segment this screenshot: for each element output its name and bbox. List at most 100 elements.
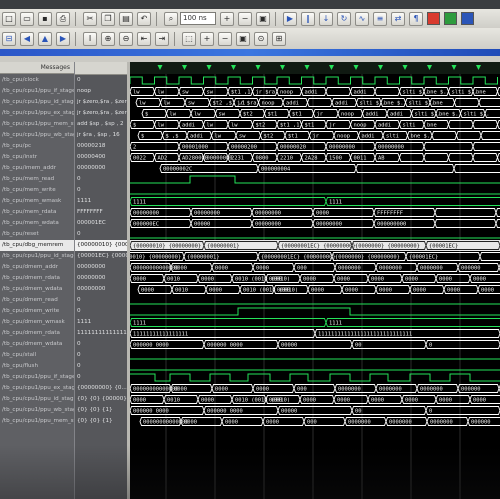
zoom-input[interactable]: 100 ns [180, 12, 216, 25]
wave-title-bar[interactable] [0, 49, 500, 56]
zoom-in-button[interactable]: + [200, 31, 214, 46]
signal-value: 00000400 [77, 154, 106, 160]
zoom-full-button[interactable]: ▣ [236, 31, 250, 46]
zoom-cursor-button[interactable]: ⊙ [254, 31, 268, 46]
bus-value: 0000 [345, 288, 358, 294]
signal-name[interactable]: /tb_cpu/mem_read [0, 174, 74, 185]
zoom-in-button[interactable]: + [220, 11, 234, 26]
signal-name[interactable]: /tb_cpu/dmem_addr [0, 262, 74, 273]
signal-name[interactable]: /tb_cpu/cpu1/ppu_mem_st... [0, 119, 74, 130]
waveform-canvas[interactable]: lw lw sw sw $t1 ,1 jr $ra noop addi addi slti $..… [130, 62, 500, 499]
signal-name[interactable]: /tb_cpu/mem_wdata [0, 218, 74, 229]
bus-value: 0000 [269, 277, 282, 283]
paste-button[interactable]: ▤ [119, 11, 133, 26]
bus-segment [325, 197, 500, 206]
signal-name[interactable]: /tb_cpu/cpu1/ppu_id_stage/... [0, 97, 74, 108]
back-button[interactable]: ◀ [20, 31, 34, 46]
bus-value: noop [341, 112, 354, 118]
waveform-pane[interactable]: lw lw sw sw $t1 ,1 jr $ra noop addi addi slti $..… [130, 62, 500, 499]
up-button[interactable]: ▲ [38, 31, 52, 46]
bus-value: addi [366, 112, 379, 118]
new-button[interactable]: □ [2, 11, 16, 26]
signal-name[interactable]: /tb_cpu/cpu1/ppu_id_stage... [0, 251, 74, 262]
bus-value: noop [262, 101, 275, 107]
cursor-button[interactable]: I [83, 31, 97, 46]
zoom-area-button[interactable]: ⬚ [182, 31, 196, 46]
color-swatch-1[interactable] [427, 12, 440, 25]
signal-name[interactable]: /tb_cpu/dmem_wdata [0, 339, 74, 350]
bus-value: 000 [297, 387, 307, 393]
edge-prev-button[interactable]: ⇤ [137, 31, 151, 46]
signal-value-pane[interactable]: 0 noop jr $zero,$ra , $zero jr $zero,$ra , … [75, 62, 127, 499]
signal-name[interactable]: /tb_cpu/dmem_write [0, 306, 74, 317]
bus-value: 000000 0000 [207, 343, 243, 349]
edge-next-button[interactable]: ⇥ [155, 31, 169, 46]
bus-value: 0800 [256, 156, 269, 162]
print-button[interactable]: ⎙ [56, 11, 70, 26]
signal-name[interactable]: /tb_cpu/dmem_rdata [0, 273, 74, 284]
signal-name[interactable]: /tb_cpu/cpu1/ppu_mem_st... [0, 416, 74, 427]
signal-name[interactable]: /tb_cpu/dmem_read [0, 295, 74, 306]
break-button[interactable]: ‖ [301, 11, 315, 26]
signal-name[interactable]: /tb_cpu/stall [0, 350, 74, 361]
color-swatch-2[interactable] [444, 12, 457, 25]
bus-value: 000000 0000 [133, 409, 169, 415]
save-button[interactable]: ▪ [38, 11, 52, 26]
find-button[interactable]: ⌕ [164, 11, 178, 26]
zoom-out-button[interactable]: − [238, 11, 252, 26]
bus-value: 000000 0000 [133, 343, 169, 349]
add-wave-button[interactable]: ⊞ [272, 31, 286, 46]
signal-name[interactable]: /tb_cpu/instr [0, 152, 74, 163]
delete-cursor-button[interactable]: ⊖ [119, 31, 133, 46]
cut-button[interactable]: ✂ [83, 11, 97, 26]
signal-name[interactable]: /tb_cpu/imem_addr [0, 163, 74, 174]
signal-name[interactable]: /tb_cpu/dmem_rdata [0, 328, 74, 339]
signal-name[interactable]: /tb_cpu/flush [0, 361, 74, 372]
signal-name[interactable]: /tb_cpu/mem_rdata [0, 207, 74, 218]
bus-value: 0000000 [348, 420, 371, 426]
insert-cursor-button[interactable]: ⊕ [101, 31, 115, 46]
signal-name[interactable]: /tb_cpu/cpu1/ppu_if_stage/i... [0, 86, 74, 97]
bus-value: 0000000 [420, 387, 443, 393]
zoom-full-button[interactable]: ▣ [256, 11, 270, 26]
signal-name[interactable]: /tb_cpu/dmem_wmask [0, 317, 74, 328]
signal-name[interactable]: /tb_cpu/mem_write [0, 185, 74, 196]
signal-name[interactable]: /tb_cpu/cpu1/ppu_wb_stag... [0, 405, 74, 416]
signal-name[interactable]: /tb_cpu/reset [0, 229, 74, 240]
open-button[interactable]: ▭ [20, 11, 34, 26]
bus-value: 0000 [201, 398, 214, 404]
restart-button[interactable]: ↻ [337, 11, 351, 26]
signal-name[interactable]: /tb_cpu/cpu1/ppu_if_stage... [0, 372, 74, 383]
color-swatch-3[interactable] [461, 12, 474, 25]
copy-button[interactable]: ❐ [101, 11, 115, 26]
bus-value: 0000 [473, 277, 486, 283]
signal-name-pane[interactable]: Messages /tb_cpu/clock/tb_cpu/cpu1/ppu_i… [0, 62, 74, 499]
signal-name[interactable]: /tb_cpu/cpu1/ppu_ex_stage/... [0, 108, 74, 119]
wave-button[interactable]: ∿ [355, 11, 369, 26]
bus-value: {0000000} {00000000} [335, 255, 400, 261]
signal-name[interactable]: /tb_cpu/dmem_wdata [0, 284, 74, 295]
signal-name[interactable]: /tb_cpu/pc [0, 141, 74, 152]
forward-button[interactable]: ▶ [56, 31, 70, 46]
list-button[interactable]: ≡ [373, 11, 387, 26]
bus-value: addi [305, 90, 318, 96]
signal-name[interactable]: /tb_cpu/cpu1/ppu_ex_stag... [0, 383, 74, 394]
signal-name[interactable]: /tb_cpu/clock [0, 75, 74, 86]
signal-name[interactable]: /tb_cpu/cpu1/ppu_wb_stag... [0, 130, 74, 141]
zoom-out-button[interactable]: − [218, 31, 232, 46]
step-button[interactable]: ↓ [319, 11, 333, 26]
signal-name[interactable]: /tb_cpu/dbg_memrem [0, 240, 74, 251]
bus-value: 0000000 [379, 266, 402, 272]
undo-button[interactable]: ↶ [137, 11, 151, 26]
dataflow-button[interactable]: ⇄ [391, 11, 405, 26]
source-button[interactable]: ¶ [409, 11, 423, 26]
bus-value: 0000 [439, 277, 452, 283]
signal-value: 11111111111111 [77, 330, 127, 336]
signal-name[interactable]: /tb_cpu/cpu1/ppu_id_stag... [0, 394, 74, 405]
bus-segment [431, 131, 457, 140]
bus-value: jr [317, 112, 324, 118]
bus-value: 0000 [133, 398, 146, 404]
run-button[interactable]: ▶ [283, 11, 297, 26]
signal-name[interactable]: /tb_cpu/mem_wmask [0, 196, 74, 207]
collapse-button[interactable]: ⊟ [2, 31, 16, 46]
